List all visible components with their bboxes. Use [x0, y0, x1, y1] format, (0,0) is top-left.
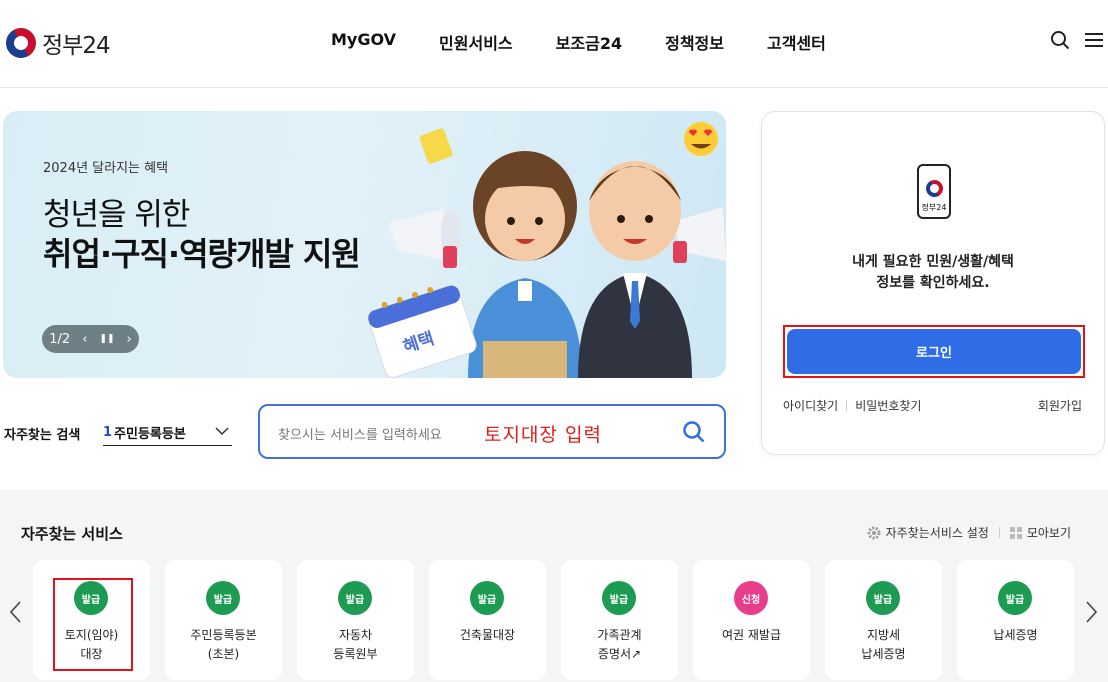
nav-item-mygov[interactable]: MyGOV [331, 30, 396, 54]
service-card-building-register[interactable]: 발급 건축물대장 [429, 560, 546, 680]
nav-item-customer-center[interactable]: 고객센터 [767, 30, 826, 54]
banner-subtitle: 2024년 달라지는 혜택 [43, 161, 169, 176]
issue-badge: 발급 [998, 581, 1032, 615]
divider [846, 400, 848, 411]
chevron-down-icon [215, 427, 229, 436]
login-button[interactable]: 로그인 [787, 329, 1081, 374]
service-card-vehicle-register[interactable]: 발급 자동차 등록원부 [297, 560, 414, 680]
next-slide-icon[interactable]: › [127, 332, 132, 347]
prev-slide-icon[interactable]: ‹ [82, 332, 87, 347]
service-card-tax-certificate[interactable]: 발급 납세증명 [957, 560, 1074, 680]
nav-item-subsidy24[interactable]: 보조금24 [556, 30, 622, 54]
login-button-highlight: 로그인 [783, 325, 1085, 378]
service-card-passport-reissue[interactable]: 신청 여권 재발급 [693, 560, 810, 680]
banner-title-line2: 취업·구직·역량개발 지원 [43, 235, 361, 273]
apply-badge: 신청 [734, 581, 768, 615]
site-header: 정부24 MyGOV 민원서비스 보조금24 정책정보 고객센터 [0, 0, 1108, 88]
settings-label: 자주찾는서비스 설정 [885, 526, 989, 540]
find-password-link[interactable]: 비밀번호찾기 [855, 397, 921, 414]
issue-badge: 발급 [338, 581, 372, 615]
promo-banner[interactable]: 2024년 달라지는 혜택 청년을 위한 취업·구직·역량개발 지원 1/2 ‹… [3, 111, 726, 378]
login-links: 아이디찾기 비밀번호찾기 [783, 397, 921, 414]
issue-badge: 발급 [470, 581, 504, 615]
frequent-search-select[interactable]: 1 주민등록등본 [103, 420, 232, 446]
select-rank: 1 [103, 425, 113, 440]
gear-icon [867, 526, 881, 539]
service-label: 여권 재발급 [721, 628, 781, 642]
chevron-right-icon[interactable] [1083, 600, 1099, 624]
app-label: 정부24 [921, 203, 947, 212]
header-icons [1050, 30, 1104, 50]
logo-text: 정부24 [42, 33, 111, 59]
divider [998, 527, 1000, 538]
banner-pager: 1/2 ‹ ❚❚ › [42, 325, 139, 353]
collect-label: 모아보기 [1026, 526, 1071, 540]
search-input[interactable]: 찾으시는 서비스를 입력하세요 토지대장 입력 [258, 404, 726, 459]
taegeuk-small-icon [922, 176, 947, 201]
services-settings-button[interactable]: 자주찾는서비스 설정 [867, 524, 989, 541]
banner-illustration: 혜택 [367, 122, 726, 378]
service-label: 납세증명 [993, 628, 1038, 642]
service-card-resident-register[interactable]: 발급 주민등록등본 (초본) [165, 560, 282, 680]
site-logo[interactable]: 정부24 [0, 22, 111, 64]
service-label: 지방세 납세증명 [861, 628, 906, 661]
search-submit-icon[interactable] [682, 420, 706, 444]
service-card-local-tax-certificate[interactable]: 발급 지방세 납세증명 [825, 560, 942, 680]
search-placeholder: 찾으시는 서비스를 입력하세요 [278, 428, 442, 443]
banner-title-line1: 청년을 위한 [43, 197, 190, 233]
section-title: 자주찾는 서비스 [21, 525, 123, 543]
join-link[interactable]: 회원가입 [1038, 397, 1082, 414]
grid-icon [1009, 526, 1022, 539]
issue-badge: 발급 [206, 581, 240, 615]
land-register-highlight [53, 578, 133, 671]
service-label: 자동차 등록원부 [333, 628, 378, 661]
login-message-line1: 내게 필요한 민원/생활/혜택 [852, 254, 1014, 270]
menu-icon[interactable] [1084, 30, 1104, 50]
collect-view-button[interactable]: 모아보기 [1009, 524, 1071, 541]
search-icon[interactable] [1050, 30, 1070, 50]
nav-item-civil-services[interactable]: 민원서비스 [439, 30, 513, 54]
frequent-search-label: 자주찾는 검색 [4, 428, 81, 443]
select-value: 주민등록등본 [114, 427, 186, 442]
service-label: 건축물대장 [459, 628, 516, 642]
login-message: 내게 필요한 민원/생활/혜택 정보를 확인하세요. [762, 252, 1104, 294]
pager-count: 1/2 [49, 331, 71, 347]
issue-badge: 발급 [602, 581, 636, 615]
search-annotation: 토지대장 입력 [484, 424, 602, 446]
find-id-link[interactable]: 아이디찾기 [783, 397, 838, 414]
frequent-services-section: 자주찾는 서비스 자주찾는서비스 설정 모아보기 발급 토지(임야) 대장 발급… [0, 490, 1108, 682]
login-card: 정부24 내게 필요한 민원/생활/혜택 정보를 확인하세요. 로그인 아이디찾… [761, 111, 1105, 455]
main-nav: MyGOV 민원서비스 보조금24 정책정보 고객센터 [331, 30, 826, 54]
taegeuk-logo-icon [0, 22, 42, 64]
service-label: 가족관계 증명서↗ [597, 628, 642, 661]
service-card-family-certificate[interactable]: 발급 가족관계 증명서↗ [561, 560, 678, 680]
mobile-app-icon: 정부24 [917, 164, 951, 219]
chevron-left-icon[interactable] [8, 600, 24, 624]
pause-icon[interactable]: ❚❚ [99, 334, 114, 344]
nav-item-policy-info[interactable]: 정책정보 [665, 30, 724, 54]
section-tools: 자주찾는서비스 설정 모아보기 [867, 524, 1071, 541]
login-message-line2: 정보를 확인하세요. [876, 275, 990, 291]
service-label: 주민등록등본 (초본) [190, 628, 257, 661]
issue-badge: 발급 [866, 581, 900, 615]
